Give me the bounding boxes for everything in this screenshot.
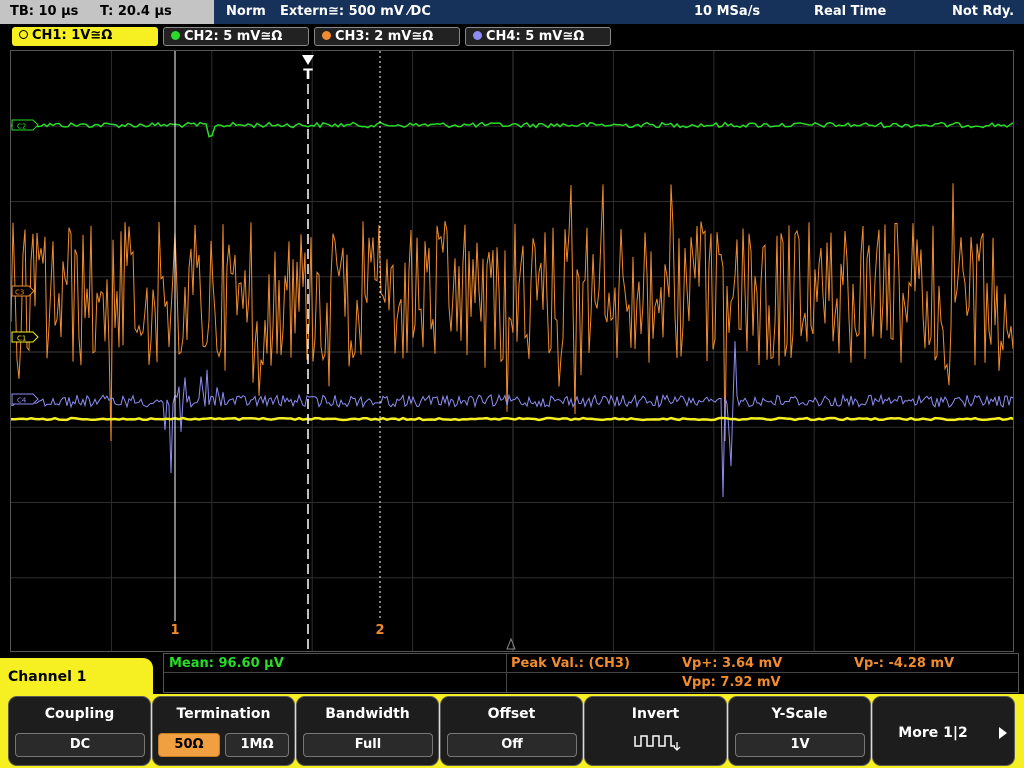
softkey-bar: Coupling DC Termination 50Ω 1MΩ Bandwidt…: [0, 694, 1024, 768]
invert-waveform-icon: [634, 735, 681, 751]
grid-lines: [11, 51, 1013, 651]
more-label: More 1|2: [898, 725, 968, 741]
waveform-display[interactable]: T 1 2 C2 C3 C1 C4: [10, 50, 1014, 652]
invert-label: Invert: [631, 706, 680, 722]
coupling-label: Coupling: [44, 706, 115, 722]
status-bar: TB: 10 µs T: 20.4 µs Norm Extern≅: 500 m…: [0, 0, 1024, 24]
bandwidth-label: Bandwidth: [325, 706, 410, 722]
tab-ch2[interactable]: CH2: 5 mV≅Ω: [163, 27, 309, 46]
ch3-marker-label: C3: [15, 289, 24, 297]
ch3-indicator-icon: [322, 31, 331, 40]
ch4-level-marker[interactable]: C4: [11, 393, 39, 405]
coupling-value[interactable]: DC: [15, 733, 145, 757]
invert-softkey[interactable]: Invert: [584, 696, 727, 766]
vp-plus-measurement: Vp+: 3.64 mV: [682, 656, 783, 671]
bandwidth-softkey[interactable]: Bandwidth Full: [296, 696, 439, 766]
tab-ch4[interactable]: CH4: 5 mV≅Ω: [465, 27, 611, 46]
next-page-arrow-icon: [999, 727, 1007, 739]
offset-label: Offset: [487, 706, 536, 722]
tab-ch4-label: CH4: 5 mV≅Ω: [486, 29, 585, 44]
termination-1m-option[interactable]: 1MΩ: [225, 733, 289, 757]
cursor-2-label: 2: [375, 623, 384, 638]
offset-softkey[interactable]: Offset Off: [440, 696, 583, 766]
sample-rate: 10 MSa/s: [694, 4, 761, 19]
termination-softkey[interactable]: Termination 50Ω 1MΩ: [152, 696, 295, 766]
measurement-panel: Mean: 96.60 µV Peak Val.: (CH3) Vp+: 3.6…: [163, 653, 1019, 693]
ch1-indicator-icon: [19, 30, 28, 39]
offset-value[interactable]: Off: [447, 733, 577, 757]
vp-minus-measurement: Vp-: -4.28 mV: [854, 656, 955, 671]
ch2-level-marker[interactable]: C2: [11, 119, 39, 131]
timebase-box[interactable]: TB: 10 µs T: 20.4 µs: [0, 0, 214, 24]
ch3-level-marker[interactable]: C3: [11, 285, 35, 297]
ch2-marker-label: C2: [17, 123, 26, 131]
acquisition-mode: Real Time: [814, 4, 887, 19]
ch1-level-marker[interactable]: C1: [11, 331, 39, 343]
yscale-label: Y-Scale: [771, 706, 828, 722]
ch4-marker-label: C4: [17, 397, 27, 405]
yscale-value[interactable]: 1V: [735, 733, 865, 757]
ch1-marker-label: C1: [17, 335, 26, 343]
bandwidth-value[interactable]: Full: [303, 733, 433, 757]
center-marker-icon: [506, 637, 516, 650]
timebase-label: TB: 10 µs: [10, 4, 79, 19]
run-status: Not Rdy.: [952, 4, 1015, 19]
menu-title: Channel 1: [0, 658, 153, 696]
ch4-indicator-icon: [473, 31, 482, 40]
yscale-softkey[interactable]: Y-Scale 1V: [728, 696, 871, 766]
waveform-ch1: [11, 416, 1013, 422]
trigger-time-label: T: 20.4 µs: [100, 4, 172, 19]
trigger-mode[interactable]: Norm: [226, 4, 266, 19]
cursor-1-label: 1: [170, 623, 179, 638]
waveform-svg: T 1 2 C2 C3 C1 C4: [11, 51, 1013, 651]
termination-label: Termination: [176, 706, 271, 722]
more-softkey[interactable]: More 1|2: [872, 696, 1015, 766]
tab-ch1-label: CH1: 1V≅Ω: [32, 28, 113, 43]
mean-measurement: Mean: 96.60 µV: [169, 656, 284, 671]
ch2-indicator-icon: [171, 31, 180, 40]
trigger-source[interactable]: Extern≅: 500 mV ⁄DC: [280, 4, 431, 19]
termination-50-option[interactable]: 50Ω: [158, 733, 220, 757]
tab-ch2-label: CH2: 5 mV≅Ω: [184, 29, 283, 44]
trigger-marker-label: T: [303, 67, 313, 83]
tab-ch3-label: CH3: 2 mV≅Ω: [335, 29, 434, 44]
coupling-softkey[interactable]: Coupling DC: [8, 696, 151, 766]
tab-ch3[interactable]: CH3: 2 mV≅Ω: [314, 27, 460, 46]
peak-value-label: Peak Val.: (CH3): [511, 656, 630, 671]
tab-ch1[interactable]: CH1: 1V≅Ω: [12, 27, 158, 46]
waveform-ch2: [11, 121, 1013, 138]
channel-tabs: CH1: 1V≅Ω CH2: 5 mV≅Ω CH3: 2 mV≅Ω CH4: 5…: [0, 24, 1024, 48]
vpp-measurement: Vpp: 7.92 mV: [682, 675, 781, 690]
